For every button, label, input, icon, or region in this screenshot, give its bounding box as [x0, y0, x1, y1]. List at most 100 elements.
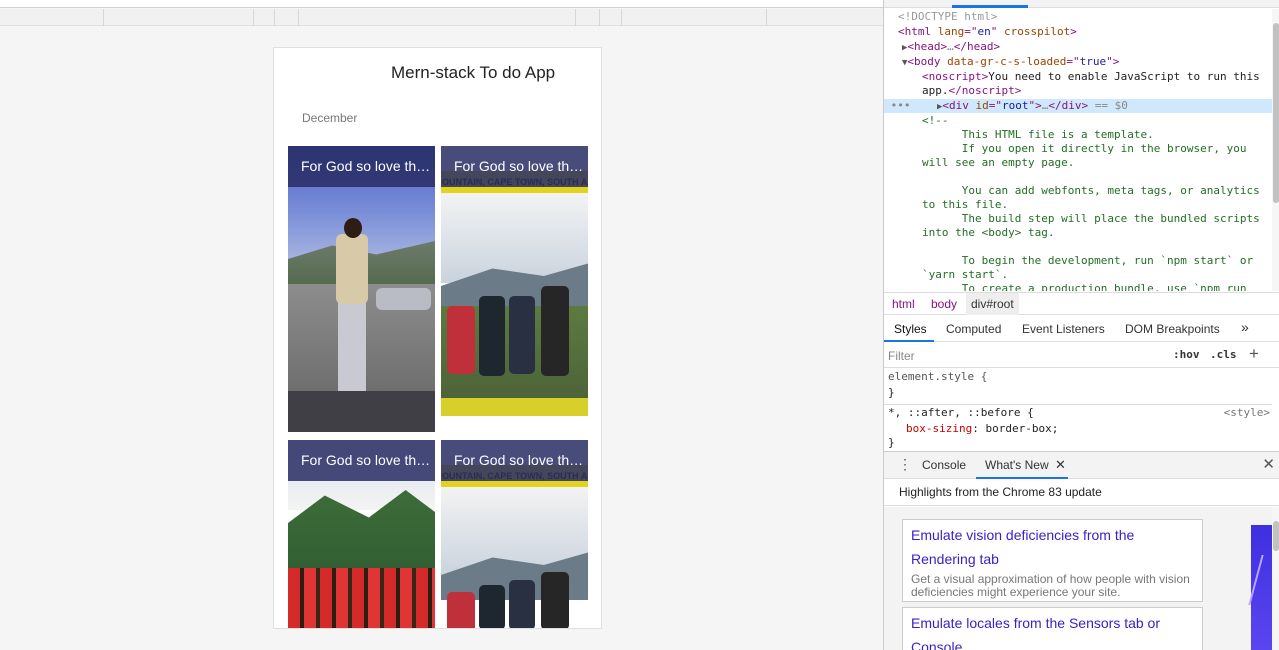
comment-line: To begin the development, run `npm start… — [922, 254, 1254, 267]
photo-person — [509, 580, 535, 628]
comment-line: will see an empty page. — [922, 156, 1075, 169]
news-scrollbar[interactable] — [1272, 507, 1279, 650]
root-id-value: root — [1002, 99, 1029, 112]
breadcrumb: html body div#root — [884, 292, 1279, 315]
rule-declaration[interactable]: box-sizing: border-box; — [884, 422, 1272, 436]
html-tag-name: html — [904, 25, 932, 38]
ruler-tick — [599, 9, 600, 26]
photo-tile[interactable]: For God so love the world — [288, 440, 435, 628]
page-ruler — [0, 9, 883, 26]
news-title[interactable]: Emulate vision deficiencies from the Ren… — [911, 523, 1194, 571]
scrollbar-thumb[interactable] — [1273, 521, 1279, 551]
page-viewport: Mern-stack To do App December For God so… — [0, 0, 883, 650]
photo-person — [479, 585, 505, 628]
comment-line — [884, 240, 1272, 254]
tab-whats-new[interactable]: What's New — [985, 458, 1049, 472]
tile-title: For God so love the world — [288, 440, 435, 481]
news-title[interactable]: Emulate locales from the Sensors tab or … — [911, 611, 1194, 650]
tab-dom-breakpoints[interactable]: DOM Breakpoints — [1125, 322, 1220, 336]
noscript-node-cont[interactable]: app.</noscript> — [884, 84, 1272, 98]
photo-person — [479, 296, 505, 376]
devtools-panel: <!DOCTYPE html> <html lang="en" crosspil… — [883, 0, 1279, 650]
element-style-rule[interactable]: element.style { — [884, 370, 1272, 384]
comment-line: <!-- — [922, 114, 949, 127]
drawer-tabbar: ⋮ Console What's New ✕ ✕ — [884, 451, 1279, 479]
news-card[interactable]: Emulate vision deficiencies from the Ren… — [902, 519, 1203, 602]
universal-rule[interactable]: *, ::after, ::before { <style> — [884, 406, 1272, 420]
new-rule-plus-icon[interactable]: + — [1249, 344, 1259, 364]
tile-title: For God so love the world — [441, 440, 588, 481]
noscript-text: app. — [922, 84, 949, 97]
head-tag-name: head — [914, 40, 941, 53]
tab-event-listeners[interactable]: Event Listeners — [1022, 322, 1105, 336]
head-node[interactable]: ▶<head>…</head> — [884, 40, 1272, 54]
ruler-tick — [621, 9, 622, 26]
photo-tape — [441, 398, 588, 416]
more-tabs-icon[interactable]: » — [1241, 319, 1249, 335]
rule-selector: *, ::after, ::before { — [888, 406, 1034, 419]
photo-crowd — [288, 568, 435, 628]
scrollbar-thumb[interactable] — [1273, 23, 1279, 203]
rule-close-brace: } — [888, 386, 895, 399]
ruler-tick — [253, 9, 254, 26]
tab-computed[interactable]: Computed — [946, 322, 1001, 336]
doctype-line[interactable]: <!DOCTYPE html> — [884, 10, 1272, 24]
styles-filter-bar: :hov .cls + — [884, 343, 1279, 368]
active-tab-indicator — [884, 340, 934, 342]
news-card[interactable]: Emulate locales from the Sensors tab or … — [902, 607, 1203, 650]
app-title: Mern-stack To do App — [391, 63, 556, 82]
noscript-node[interactable]: <noscript>You need to enable JavaScript … — [884, 70, 1272, 84]
photo-person — [336, 234, 368, 304]
breadcrumb-div-root[interactable]: div#root — [966, 293, 1019, 315]
photo-tile[interactable]: For God so love the world OUNTAIN, CAPE … — [441, 146, 588, 432]
rule-divider — [884, 404, 1272, 405]
drawer-menu-icon[interactable]: ⋮ — [898, 456, 912, 473]
comment-line: The build step will place the bundled sc… — [922, 212, 1260, 225]
more-dots-icon[interactable]: ••• — [884, 99, 917, 112]
attr-value: true — [1079, 55, 1107, 68]
filter-input[interactable] — [888, 346, 1163, 365]
styles-rules: element.style { } *, ::after, ::before {… — [884, 369, 1272, 449]
rule-source-link[interactable]: <style> — [1224, 406, 1270, 420]
comment-line: This HTML file is a template. — [922, 128, 1154, 141]
selected-marker: == $0 — [1088, 99, 1128, 112]
styles-panel-tabs: Styles Computed Event Listeners DOM Brea… — [884, 316, 1279, 342]
close-tab-icon[interactable]: ✕ — [1055, 457, 1066, 473]
photo-ground — [288, 391, 435, 432]
tab-styles[interactable]: Styles — [894, 322, 927, 336]
html-node[interactable]: <html lang="en" crosspilot> — [884, 25, 1272, 39]
root-div-node[interactable]: ••• ▶<div id="root">…</div> == $0 — [884, 99, 1272, 113]
body-node[interactable]: ▼<body data-gr-c-s-loaded="true"> — [884, 55, 1272, 69]
hov-toggle[interactable]: :hov — [1173, 348, 1200, 361]
comment-line: into the <body> tag. — [922, 226, 1055, 239]
app-card: Mern-stack To do App December For God so… — [273, 47, 602, 629]
comment-line: `yarn start`. — [922, 268, 1009, 281]
tab-console[interactable]: Console — [922, 458, 966, 472]
cls-toggle[interactable]: .cls — [1210, 348, 1237, 361]
photo-person — [338, 301, 366, 391]
elements-scrollbar[interactable] — [1272, 9, 1279, 291]
devtools-tabbar[interactable] — [884, 0, 1279, 8]
attr-name: crosspilot — [1004, 25, 1071, 38]
photo-sky — [441, 193, 588, 283]
prop-name: box-sizing — [906, 422, 973, 435]
active-tab-indicator — [976, 477, 1068, 479]
breadcrumb-html[interactable]: html — [892, 297, 915, 311]
browser-top-strip — [0, 0, 883, 8]
ruler-tick — [298, 9, 299, 26]
ruler-tick — [766, 9, 767, 26]
month-label: December — [302, 111, 358, 125]
photo-tile[interactable]: For God so love the world OUNTAIN, CAPE … — [441, 440, 588, 628]
close-drawer-icon[interactable]: ✕ — [1262, 455, 1275, 473]
elements-tree[interactable]: <!DOCTYPE html> <html lang="en" crosspil… — [884, 9, 1272, 291]
prop-value: border-box; — [985, 422, 1059, 435]
noscript-text: You need to enable JavaScript to run thi… — [988, 70, 1260, 83]
ruler-tick — [274, 9, 275, 26]
photo-person — [541, 286, 569, 376]
tile-title: For God so love the world — [441, 146, 588, 187]
ruler-tick — [103, 9, 104, 26]
attr-name: data-gr-c-s-loaded — [947, 55, 1067, 68]
photo-car — [376, 288, 431, 310]
photo-tile[interactable]: For God so love the world — [288, 146, 435, 432]
breadcrumb-body[interactable]: body — [931, 297, 957, 311]
